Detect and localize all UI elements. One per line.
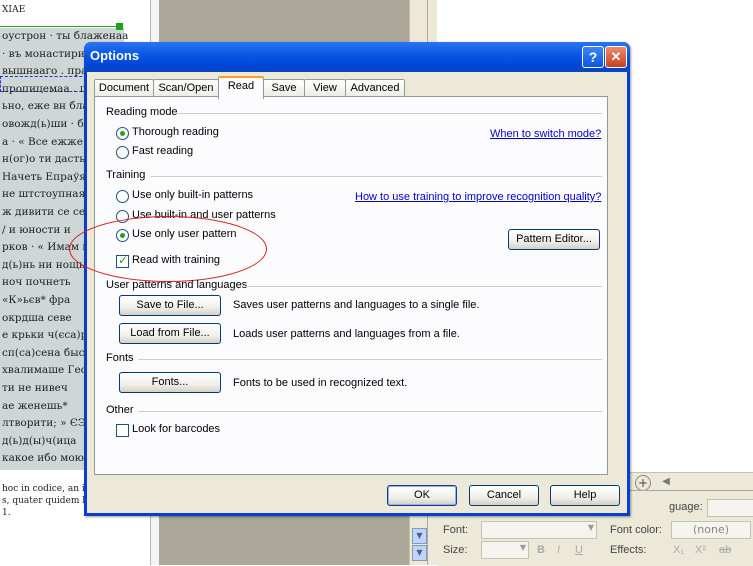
scan-line: · въ монастири (2, 47, 85, 60)
fast-reading-label: Fast reading (132, 145, 194, 157)
font-color-combo[interactable]: (none) (671, 521, 751, 539)
help-button[interactable]: Help (550, 485, 620, 506)
scan-line: д(ь)д(ы)ч(ица (2, 434, 77, 447)
scan-line: окрдша севе (2, 311, 72, 324)
scan-line: не штстоупная (2, 188, 86, 201)
options-dialog: Options ? ✕ Document Scan/Open Read Save… (69, 42, 630, 516)
load-from-file-button[interactable]: Load from File... (119, 323, 221, 344)
fonts-heading: Fonts (106, 352, 134, 364)
scan-line: хвалимаше Гео (2, 364, 87, 377)
scan-line: н(ог)о ти дасть (2, 153, 85, 166)
thorough-reading-radio[interactable] (116, 127, 129, 140)
close-button[interactable]: ✕ (605, 46, 627, 68)
effects-label: Effects: (610, 544, 647, 556)
pattern-editor-button[interactable]: Pattern Editor... (508, 229, 600, 250)
fonts-description: Fonts to be used in recognized text. (233, 377, 408, 389)
scroll-down-icon[interactable]: ▼ (412, 528, 427, 544)
scan-line: «К»ьєв* фра (2, 294, 71, 306)
scan-footer-line: 1. (2, 508, 11, 518)
tab-scan-open[interactable]: Scan/Open (153, 79, 219, 97)
scan-line: ае женешь* (2, 399, 68, 412)
scan-line: какое ибо мою (2, 452, 84, 465)
save-to-file-description: Saves user patterns and languages to a s… (233, 299, 480, 311)
scan-line: ноч почнеть (2, 276, 71, 289)
font-label: Font: (443, 524, 469, 536)
separator (150, 176, 602, 177)
subscript-button[interactable]: X₁ (673, 544, 684, 556)
help-title-button[interactable]: ? (582, 46, 604, 68)
scan-selection-line (0, 26, 120, 27)
training-help-link[interactable]: How to use training to improve recogniti… (355, 191, 601, 203)
dialog-title-bar[interactable]: Options ? ✕ (84, 42, 630, 72)
language-label: guage: (669, 501, 703, 513)
thorough-reading-label: Thorough reading (132, 126, 219, 138)
tab-document[interactable]: Document (94, 79, 154, 97)
superscript-button[interactable]: X² (695, 544, 706, 556)
scan-line: лтворити; » ЄЭ (2, 417, 86, 430)
strikethrough-button[interactable]: ab (719, 544, 731, 556)
save-to-file-button[interactable]: Save to File... (119, 295, 221, 316)
user-patterns-heading: User patterns and languages (106, 279, 248, 291)
look-for-barcodes-checkbox[interactable] (116, 424, 129, 437)
ok-button[interactable]: OK (387, 485, 457, 506)
separator (138, 411, 602, 412)
fast-reading-radio[interactable] (116, 146, 129, 159)
size-label: Size: (443, 544, 468, 556)
training-heading: Training (106, 169, 146, 181)
underline-button[interactable]: U (575, 544, 583, 556)
scan-line: е крьки ч(єса)ра (2, 329, 94, 342)
scan-header: ХIАЕ (2, 5, 26, 15)
font-combo[interactable]: ▼ (481, 521, 597, 539)
scan-line: сп(са)сена быс (2, 346, 85, 359)
italic-button[interactable]: I (557, 544, 560, 556)
scan-line: ти не нивеч (2, 382, 68, 394)
dialog-title: Options (90, 48, 140, 63)
tab-advanced[interactable]: Advanced (345, 79, 405, 97)
reading-mode-heading: Reading mode (106, 106, 178, 118)
builtin-patterns-label: Use only built-in patterns (132, 189, 254, 201)
red-annotation-ellipse (69, 216, 267, 282)
chevron-down-icon: ▼ (587, 523, 594, 532)
language-combo[interactable] (707, 499, 753, 517)
separator (178, 113, 602, 114)
load-from-file-description: Loads user patterns and languages from a… (233, 328, 460, 340)
read-tab-panel: Reading mode Thorough reading Fast readi… (69, 96, 608, 475)
scan-line: ж дивити се се (2, 206, 86, 218)
scan-line: д(ь)нь ни нощь (2, 258, 85, 271)
when-to-switch-mode-link[interactable]: When to switch mode? (490, 128, 601, 140)
fonts-button[interactable]: Fonts... (119, 372, 221, 393)
chevron-down-icon: ▼ (519, 543, 526, 552)
font-color-label: Font color: (610, 524, 662, 536)
add-icon[interactable]: + (635, 475, 651, 491)
bold-button[interactable]: B (537, 544, 545, 556)
scan-line: а · « Все ежже (2, 135, 83, 148)
scroll-page-down-icon[interactable]: ▼ (412, 545, 427, 561)
tab-view[interactable]: View (304, 79, 346, 97)
scan-line: Начеть Епраўя (2, 170, 86, 183)
cancel-button[interactable]: Cancel (469, 485, 539, 506)
builtin-patterns-radio[interactable] (116, 190, 129, 203)
size-combo[interactable]: ▼ (481, 541, 529, 559)
look-for-barcodes-label: Look for barcodes (132, 423, 221, 435)
separator (138, 359, 602, 360)
scroll-left-icon[interactable]: ◀ (659, 475, 673, 489)
separator (245, 286, 602, 287)
tab-read[interactable]: Read (218, 76, 264, 99)
scan-line: / и юности и (2, 223, 71, 236)
other-heading: Other (106, 404, 134, 416)
tab-save[interactable]: Save (263, 79, 305, 97)
dialog-body: Document Scan/Open Read Save View Advanc… (69, 72, 627, 513)
